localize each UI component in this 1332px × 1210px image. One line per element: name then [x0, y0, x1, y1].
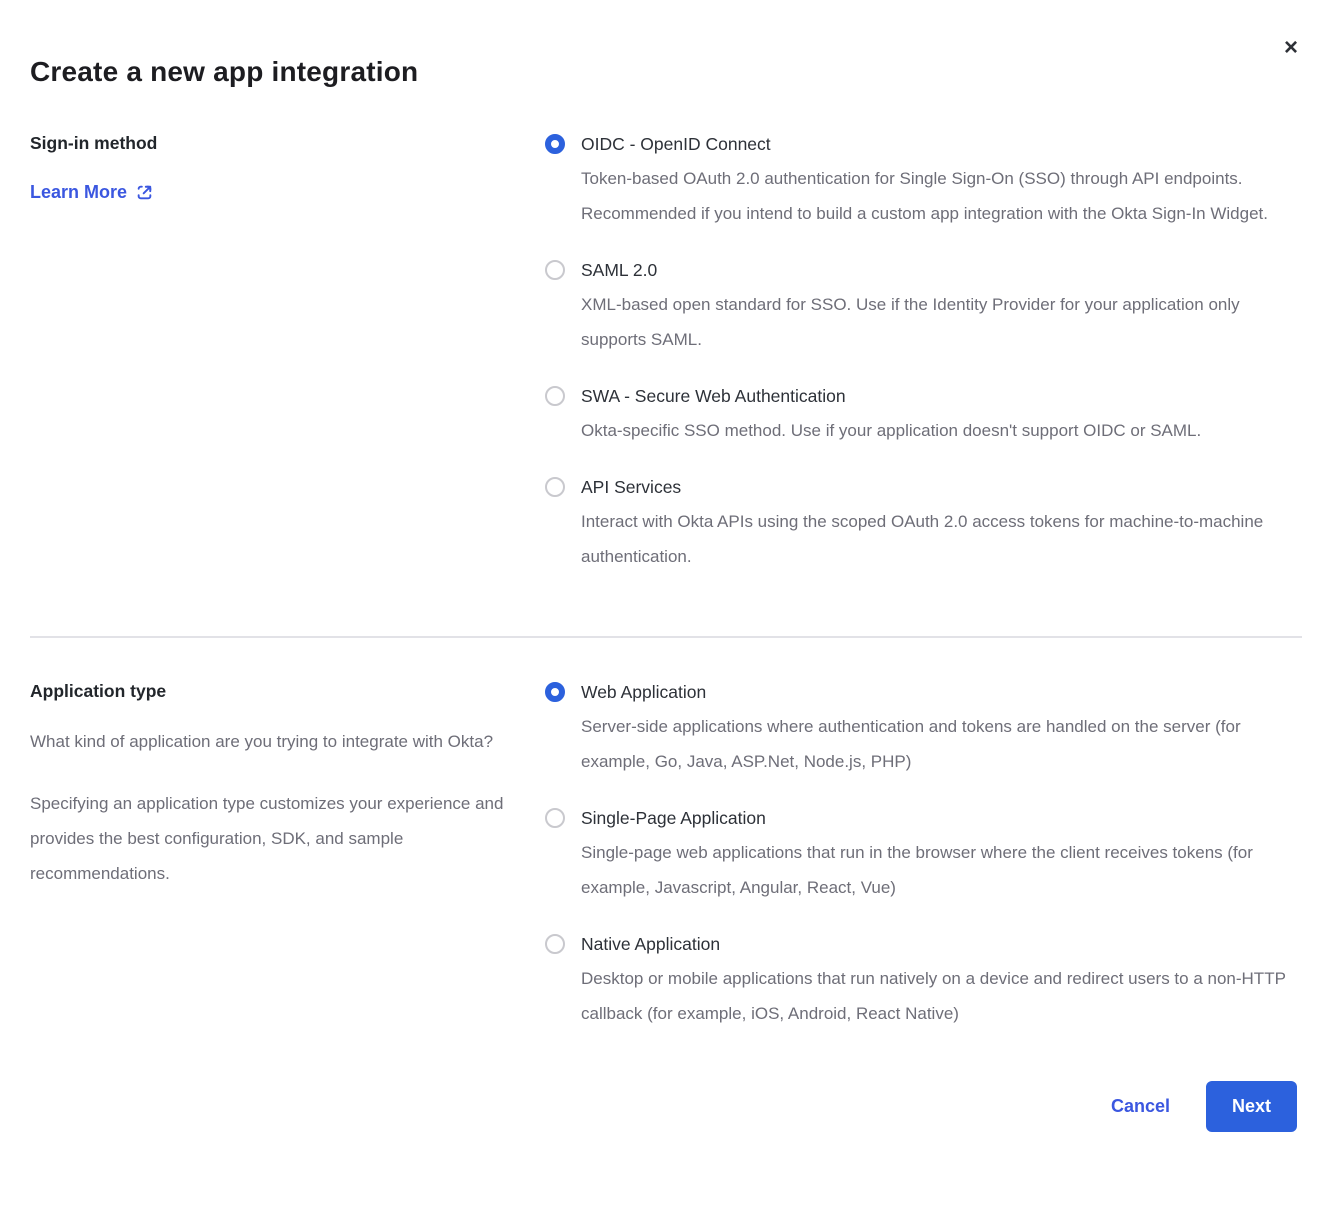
radio-option-description: Token-based OAuth 2.0 authentication for… — [581, 161, 1297, 231]
radio-option-label: Single-Page Application — [581, 806, 1297, 830]
signin-method-label: Sign-in method — [30, 132, 515, 154]
signin-method-option-oidc-openid-connect[interactable]: OIDC - OpenID Connect Token-based OAuth … — [545, 132, 1297, 231]
learn-more-label: Learn More — [30, 182, 127, 203]
radio-option-label: SWA - Secure Web Authentication — [581, 384, 1201, 408]
radio-button-icon[interactable] — [545, 386, 565, 406]
radio-option-description: Okta-specific SSO method. Use if your ap… — [581, 413, 1201, 448]
application-type-left-column: Application type What kind of applicatio… — [30, 680, 515, 891]
radio-option-description: Desktop or mobile applications that run … — [581, 961, 1297, 1031]
radio-option-description: XML-based open standard for SSO. Use if … — [581, 287, 1297, 357]
radio-button-icon[interactable] — [545, 134, 565, 154]
application-type-options: Web Application Server-side applications… — [545, 680, 1297, 1031]
application-type-label: Application type — [30, 680, 515, 702]
section-divider — [30, 636, 1302, 638]
application-type-helper-1: What kind of application are you trying … — [30, 724, 515, 759]
cancel-button[interactable]: Cancel — [1111, 1096, 1170, 1117]
radio-button-icon[interactable] — [545, 808, 565, 828]
signin-method-section: Sign-in method Learn More OIDC - OpenID … — [30, 132, 1302, 574]
radio-option-description: Single-page web applications that run in… — [581, 835, 1297, 905]
signin-method-options: OIDC - OpenID Connect Token-based OAuth … — [545, 132, 1297, 574]
application-type-option-web-application[interactable]: Web Application Server-side applications… — [545, 680, 1297, 779]
radio-button-icon[interactable] — [545, 260, 565, 280]
application-type-option-single-page-application[interactable]: Single-Page Application Single-page web … — [545, 806, 1297, 905]
application-type-helper-2: Specifying an application type customize… — [30, 786, 515, 891]
radio-option-label: Web Application — [581, 680, 1297, 704]
application-type-section: Application type What kind of applicatio… — [30, 680, 1302, 1031]
radio-button-icon[interactable] — [545, 934, 565, 954]
learn-more-link[interactable]: Learn More — [30, 182, 153, 203]
radio-option-label: API Services — [581, 475, 1297, 499]
radio-option-label: OIDC - OpenID Connect — [581, 132, 1297, 156]
radio-option-label: Native Application — [581, 932, 1297, 956]
dialog-footer: Cancel Next — [30, 1081, 1302, 1132]
radio-button-icon[interactable] — [545, 477, 565, 497]
page-title: Create a new app integration — [30, 0, 1302, 88]
external-link-icon — [136, 184, 153, 201]
radio-option-description: Server-side applications where authentic… — [581, 709, 1297, 779]
signin-method-option-swa-secure-web-authentication[interactable]: SWA - Secure Web Authentication Okta-spe… — [545, 384, 1297, 448]
radio-option-label: SAML 2.0 — [581, 258, 1297, 282]
create-app-integration-dialog: × Create a new app integration Sign-in m… — [0, 0, 1332, 1210]
application-type-option-native-application[interactable]: Native Application Desktop or mobile app… — [545, 932, 1297, 1031]
radio-button-icon[interactable] — [545, 682, 565, 702]
signin-method-left-column: Sign-in method Learn More — [30, 132, 515, 203]
radio-option-description: Interact with Okta APIs using the scoped… — [581, 504, 1297, 574]
signin-method-option-api-services[interactable]: API Services Interact with Okta APIs usi… — [545, 475, 1297, 574]
signin-method-option-saml-2-0[interactable]: SAML 2.0 XML-based open standard for SSO… — [545, 258, 1297, 357]
next-button[interactable]: Next — [1206, 1081, 1297, 1132]
close-icon[interactable]: × — [1284, 36, 1298, 60]
